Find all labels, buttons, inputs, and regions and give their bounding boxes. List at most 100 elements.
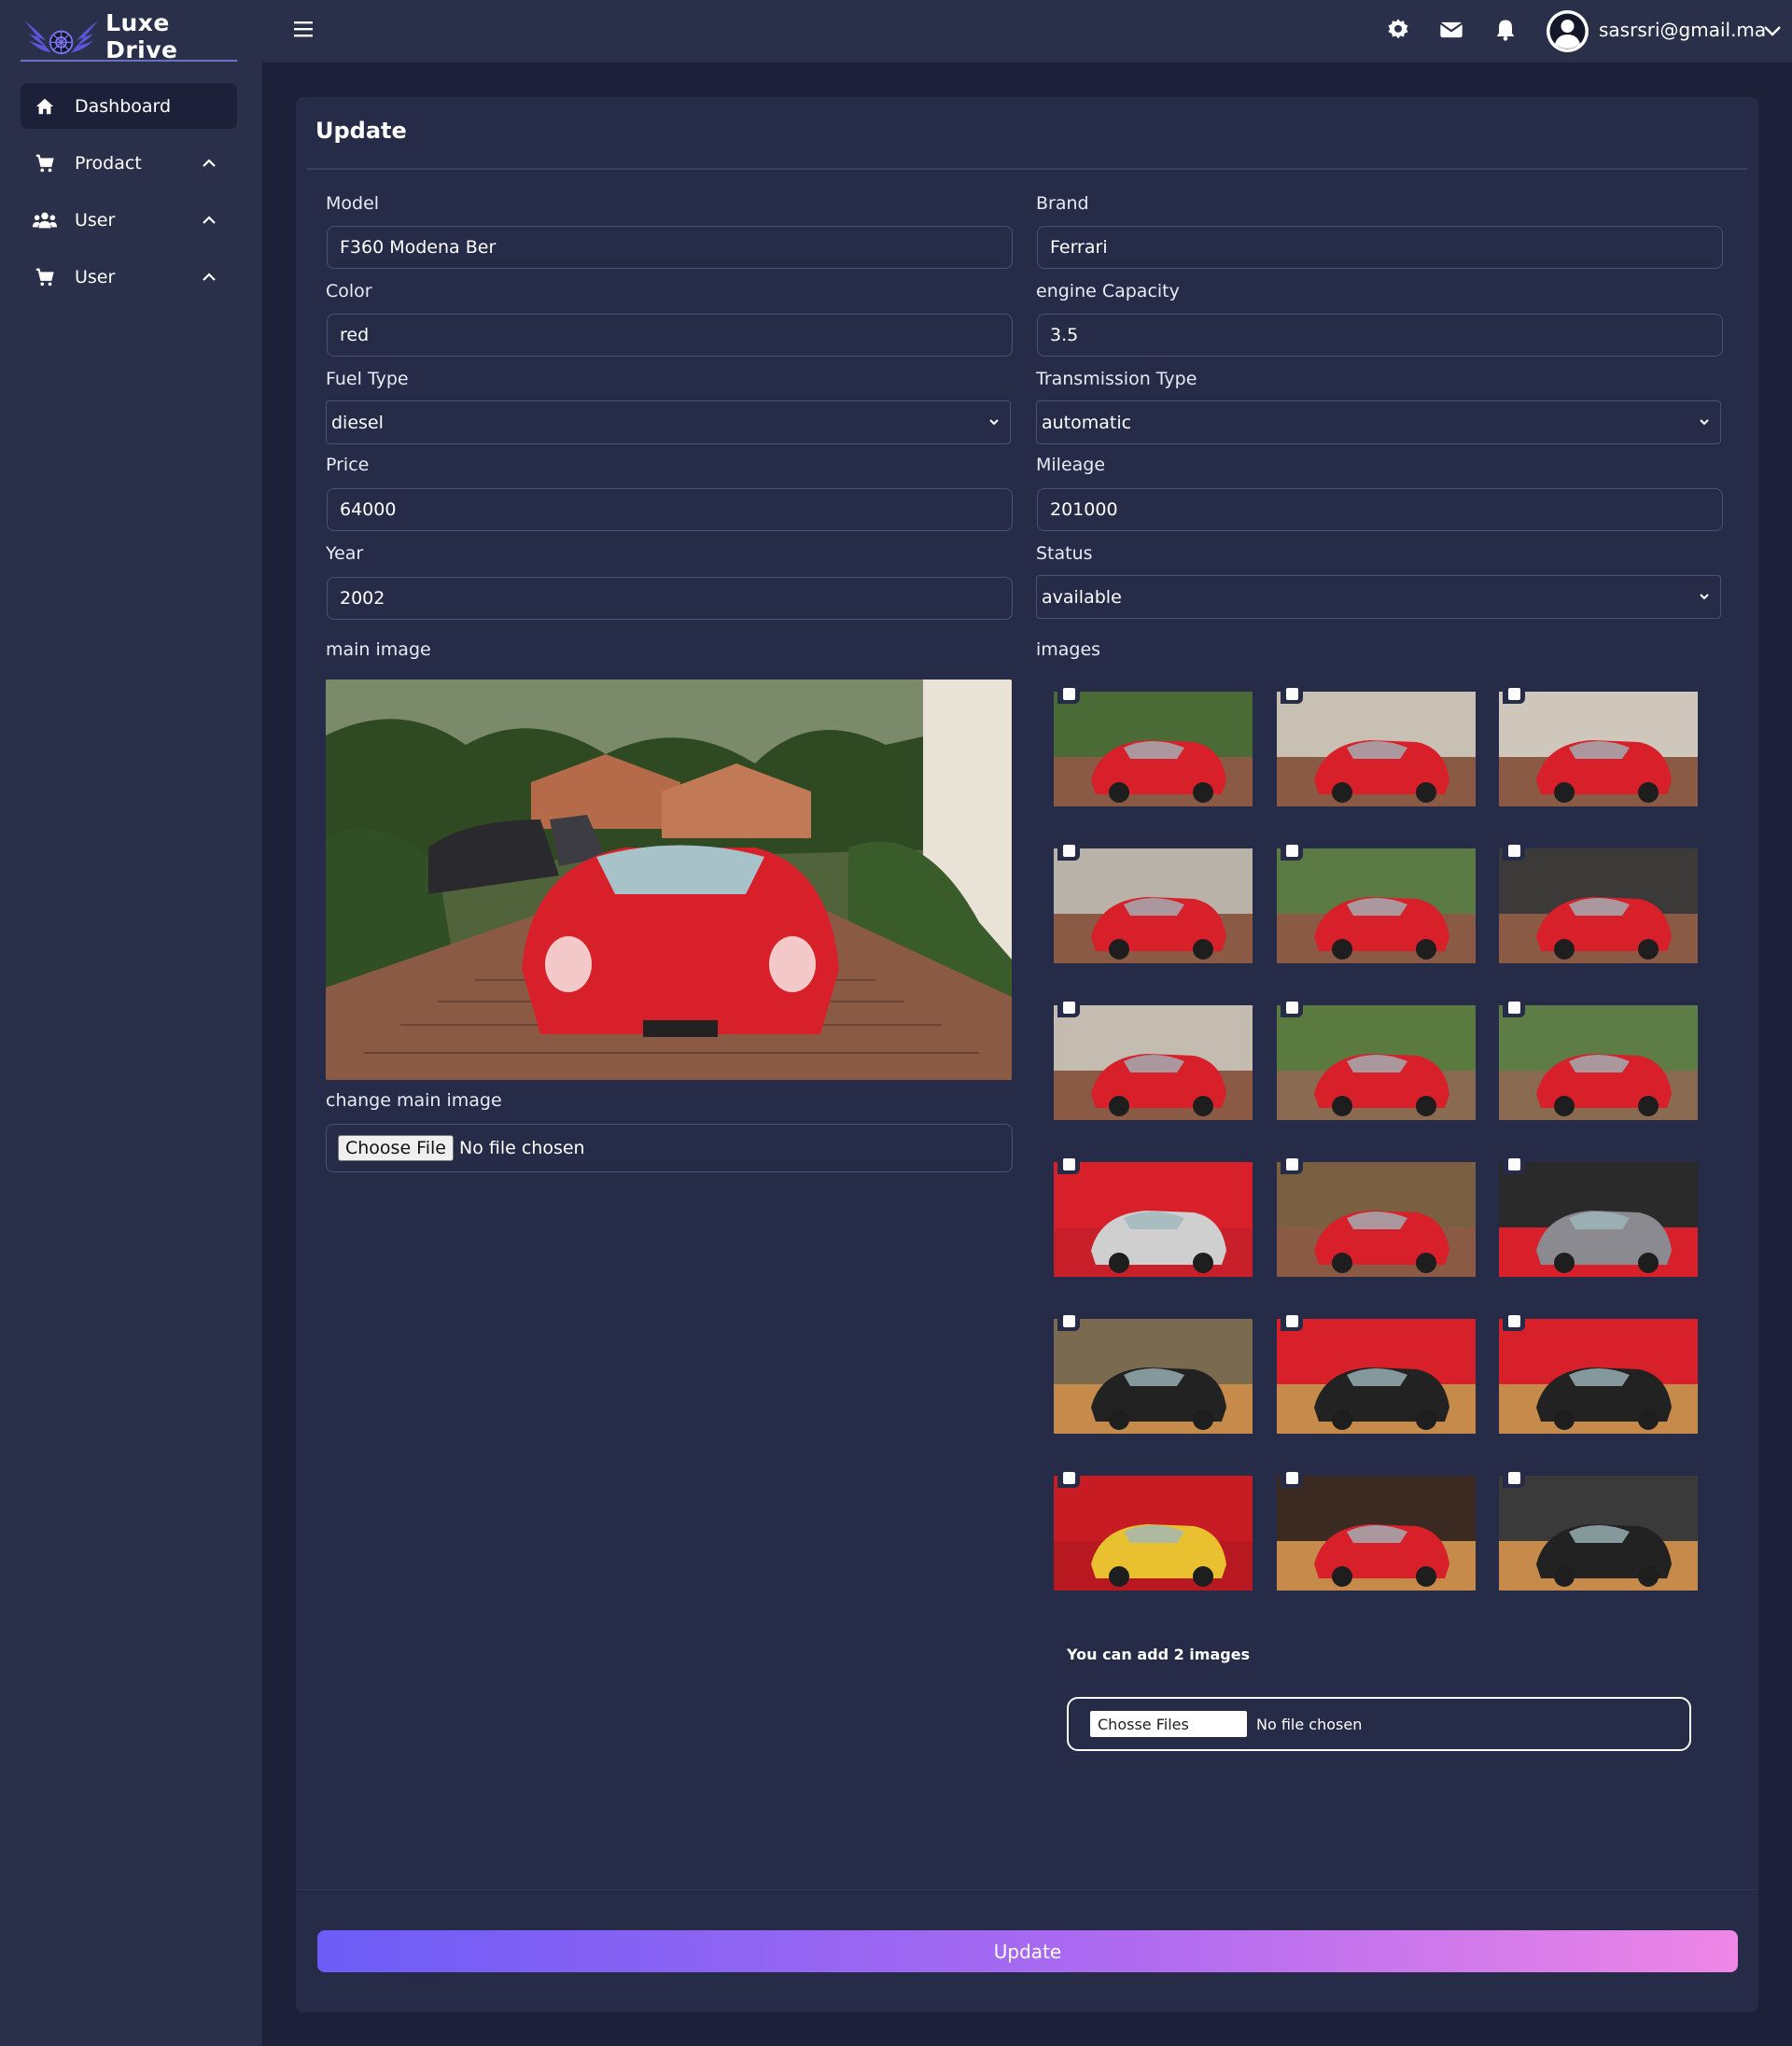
gallery-item-checkbox[interactable] — [1503, 1467, 1525, 1488]
model-input[interactable]: F360 Modena Ber — [327, 226, 1013, 269]
gallery-item-checkbox[interactable] — [1503, 1310, 1525, 1331]
files-status: No file chosen — [1256, 1715, 1363, 1733]
choose-file-button[interactable]: Choose File — [338, 1135, 454, 1161]
gallery-item-checkbox[interactable] — [1057, 1467, 1080, 1488]
color-input[interactable]: red — [327, 314, 1013, 357]
gallery-item[interactable] — [1277, 1310, 1477, 1434]
color-label: Color — [326, 281, 372, 301]
chevron-down-icon — [1700, 594, 1709, 600]
topbar: sasrsri@gmail.ma — [262, 0, 1792, 63]
gallery-car-image — [1054, 848, 1253, 963]
main-car-image — [326, 680, 1012, 1080]
gallery-item[interactable] — [1499, 683, 1699, 806]
gallery-item-checkbox[interactable] — [1281, 1467, 1303, 1488]
cart-icon — [32, 264, 58, 290]
images-file-input[interactable]: Chosse Files No file chosen — [1067, 1697, 1691, 1751]
gallery-item[interactable] — [1499, 997, 1699, 1120]
gear-icon[interactable] — [1385, 17, 1411, 43]
gallery-item[interactable] — [1054, 840, 1253, 963]
sidebar-item-user-cart[interactable]: User — [21, 254, 237, 300]
sidebar-nav: Dashboard Prodact User User — [21, 83, 237, 311]
gallery-item[interactable] — [1054, 1310, 1253, 1434]
gallery-item[interactable] — [1277, 997, 1477, 1120]
gallery-item[interactable] — [1054, 1154, 1253, 1277]
transmission-type-select[interactable]: automatic — [1036, 400, 1721, 444]
hamburger-icon[interactable] — [293, 19, 314, 39]
gallery-item-checkbox[interactable] — [1057, 840, 1080, 861]
gallery-item[interactable] — [1499, 1310, 1699, 1434]
cart-icon — [32, 150, 58, 176]
sidebar: Luxe Drive Dashboard Prodact User User — [0, 0, 262, 2046]
sidebar-item-label: Dashboard — [75, 95, 172, 117]
divider — [307, 168, 1747, 170]
sidebar-item-label: Prodact — [75, 152, 142, 174]
gallery-car-image — [1277, 1005, 1476, 1120]
change-main-image-label: change main image — [326, 1090, 502, 1111]
gallery-item[interactable] — [1054, 683, 1253, 806]
gallery-item-checkbox[interactable] — [1281, 840, 1303, 861]
gallery-item[interactable] — [1499, 1154, 1699, 1277]
gallery-item[interactable] — [1499, 840, 1699, 963]
chevron-up-icon — [203, 272, 216, 281]
gallery-item-checkbox[interactable] — [1057, 997, 1080, 1017]
main-image-file-input[interactable]: Choose File No file chosen — [326, 1124, 1013, 1172]
brand-label: Brand — [1036, 193, 1089, 214]
gallery-car-image — [1499, 848, 1698, 963]
user-email[interactable]: sasrsri@gmail.ma — [1599, 19, 1766, 41]
file-status: No file chosen — [458, 1138, 585, 1158]
gallery-item[interactable] — [1499, 1467, 1699, 1591]
status-value: available — [1042, 586, 1122, 608]
gallery-item-checkbox[interactable] — [1057, 683, 1080, 704]
year-input[interactable]: 2002 — [327, 577, 1013, 620]
sidebar-item-label: User — [75, 266, 116, 287]
status-select[interactable]: available — [1036, 575, 1721, 619]
price-label: Price — [326, 455, 370, 475]
mail-icon[interactable] — [1438, 17, 1464, 43]
bell-icon[interactable] — [1492, 17, 1519, 43]
price-input[interactable]: 64000 — [327, 488, 1013, 531]
chevron-down-icon[interactable] — [1762, 21, 1783, 41]
gallery-item-checkbox[interactable] — [1281, 997, 1303, 1017]
user-avatar-icon[interactable] — [1547, 10, 1589, 52]
gallery-item-checkbox[interactable] — [1057, 1310, 1080, 1331]
brand[interactable]: Luxe Drive — [21, 9, 237, 63]
gallery-car-image — [1277, 1319, 1476, 1434]
sidebar-item-users[interactable]: User — [21, 197, 237, 243]
sidebar-item-prodact[interactable]: Prodact — [21, 140, 237, 186]
choose-files-button[interactable]: Chosse Files — [1090, 1711, 1247, 1737]
fuel-type-select[interactable]: diesel — [326, 400, 1011, 444]
users-icon — [32, 207, 58, 233]
gallery-car-image — [1277, 1162, 1476, 1277]
engine-capacity-input[interactable]: 3.5 — [1037, 314, 1723, 357]
gallery-car-image — [1499, 1005, 1698, 1120]
gallery-item-checkbox[interactable] — [1503, 997, 1525, 1017]
mileage-label: Mileage — [1036, 455, 1106, 475]
page-title: Update — [315, 118, 407, 144]
gallery-item[interactable] — [1277, 1467, 1477, 1591]
gallery-car-image — [1054, 1319, 1253, 1434]
gallery-item[interactable] — [1054, 997, 1253, 1120]
fuel-type-label: Fuel Type — [326, 369, 409, 389]
chevron-up-icon — [203, 215, 216, 224]
update-button[interactable]: Update — [317, 1930, 1738, 1972]
chevron-down-icon — [989, 419, 999, 426]
gallery-item[interactable] — [1277, 1154, 1477, 1277]
gallery-item-checkbox[interactable] — [1281, 683, 1303, 704]
status-label: Status — [1036, 543, 1093, 564]
gallery-item-checkbox[interactable] — [1503, 683, 1525, 704]
gallery-item-checkbox[interactable] — [1281, 1310, 1303, 1331]
sidebar-item-dashboard[interactable]: Dashboard — [21, 83, 237, 129]
sidebar-item-label: User — [75, 209, 116, 231]
brand-input[interactable]: Ferrari — [1037, 226, 1723, 269]
gallery-car-image — [1277, 1476, 1476, 1591]
gallery-item-checkbox[interactable] — [1503, 840, 1525, 861]
gallery-item-checkbox[interactable] — [1503, 1154, 1525, 1174]
gallery-item[interactable] — [1277, 840, 1477, 963]
mileage-input[interactable]: 201000 — [1037, 488, 1723, 531]
gallery-car-image — [1277, 848, 1476, 963]
gallery-car-image — [1054, 1162, 1253, 1277]
gallery-item-checkbox[interactable] — [1057, 1154, 1080, 1174]
gallery-item-checkbox[interactable] — [1281, 1154, 1303, 1174]
gallery-item[interactable] — [1054, 1467, 1253, 1591]
gallery-item[interactable] — [1277, 683, 1477, 806]
